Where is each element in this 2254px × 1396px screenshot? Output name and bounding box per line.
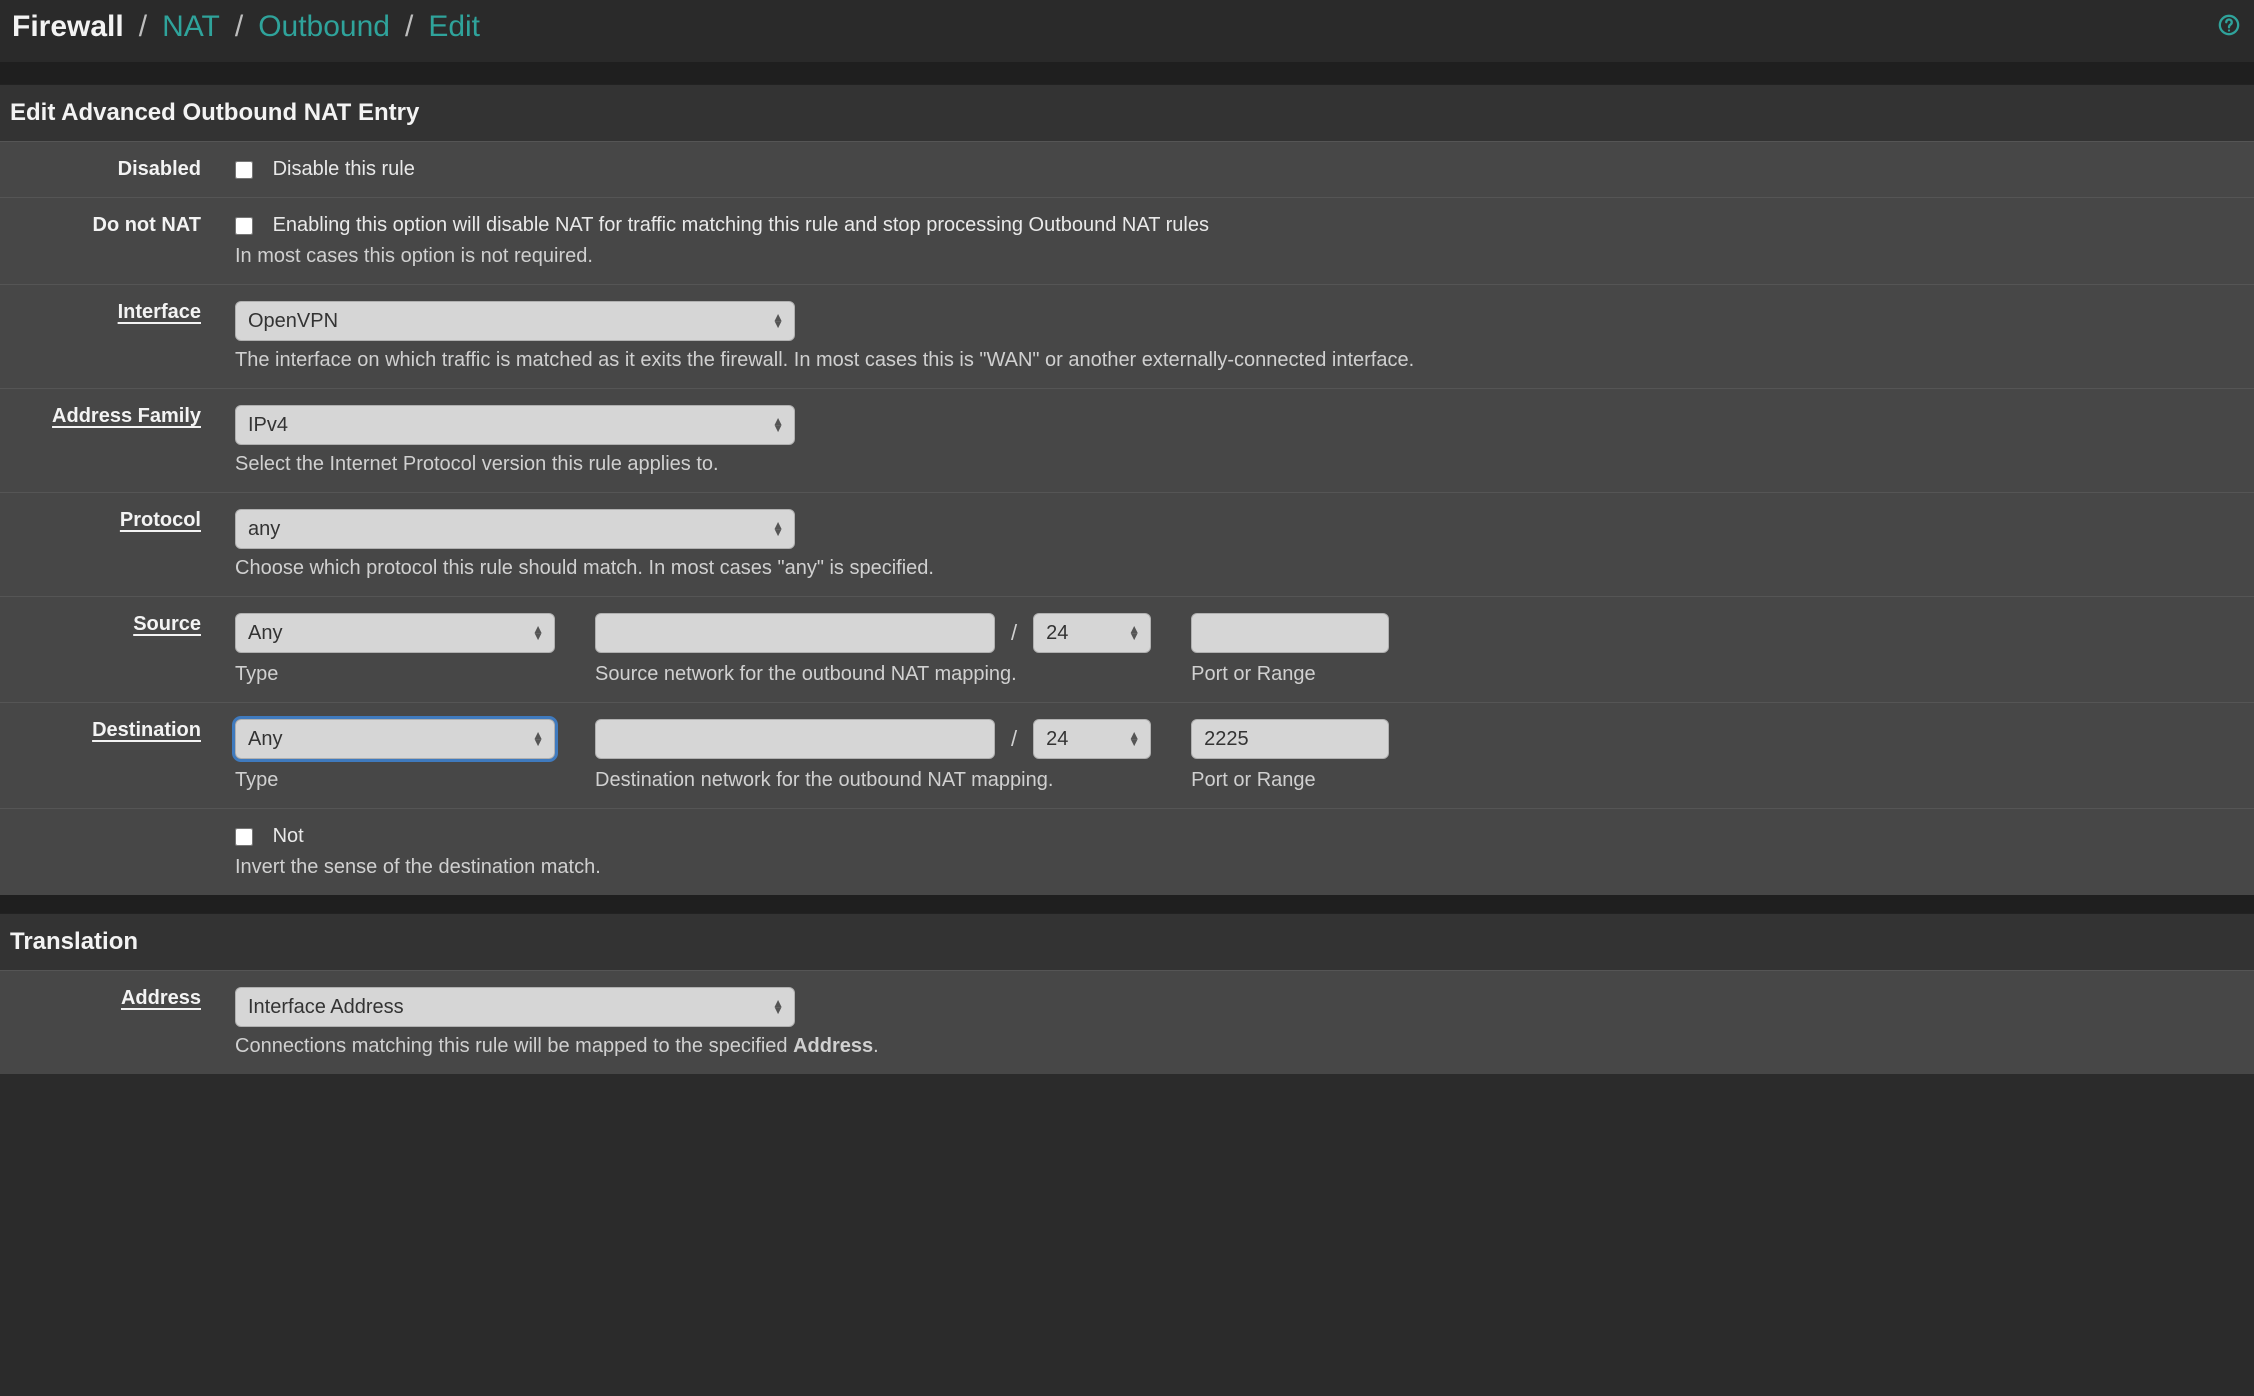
row-translation-address: Address Interface Address ▲▼ Connections… (0, 970, 2254, 1074)
source-type-select[interactable]: Any ▲▼ (235, 613, 555, 653)
panel-translation-header: Translation (0, 913, 2254, 970)
afamily-select[interactable]: IPv4 ▲▼ (235, 405, 795, 445)
chevron-updown-icon: ▲▼ (532, 732, 544, 746)
destination-port-input[interactable] (1191, 719, 1389, 759)
label-disabled: Disabled (0, 158, 235, 181)
row-afamily: Address Family IPv4 ▲▼ Select the Intern… (0, 388, 2254, 492)
not-checkbox-label: Not (273, 825, 304, 847)
breadcrumb-root: Firewall (12, 10, 124, 44)
not-checkbox-wrap[interactable]: Not (235, 825, 304, 847)
row-destination: Destination Any ▲▼ Type / 24 ▲▼ (0, 702, 2254, 808)
source-cidr-value: 24 (1046, 622, 1138, 645)
source-network-hint: Source network for the outbound NAT mapp… (595, 663, 1151, 686)
breadcrumb-sep: / (139, 10, 147, 44)
label-nonat: Do not NAT (0, 214, 235, 237)
row-nonat: Do not NAT Enabling this option will dis… (0, 197, 2254, 284)
breadcrumb-sep: / (235, 10, 243, 44)
destination-type-select[interactable]: Any ▲▼ (235, 719, 555, 759)
chevron-updown-icon: ▲▼ (772, 418, 784, 432)
cidr-slash: / (1007, 726, 1021, 752)
destination-cidr-value: 24 (1046, 728, 1138, 751)
destination-network-input[interactable] (595, 719, 995, 759)
translation-address-hint: Connections matching this rule will be m… (235, 1035, 2230, 1058)
not-checkbox[interactable] (235, 828, 253, 846)
cidr-slash: / (1007, 620, 1021, 646)
row-disabled: Disabled Disable this rule (0, 141, 2254, 197)
breadcrumb-bar: Firewall / NAT / Outbound / Edit (0, 0, 2254, 66)
row-source: Source Any ▲▼ Type / 24 ▲▼ Sourc (0, 596, 2254, 702)
breadcrumb-edit[interactable]: Edit (428, 10, 480, 44)
breadcrumb-sep: / (405, 10, 413, 44)
destination-type-hint: Type (235, 769, 555, 792)
destination-network-hint: Destination network for the outbound NAT… (595, 769, 1151, 792)
interface-select-value: OpenVPN (248, 310, 782, 333)
row-not: Not Invert the sense of the destination … (0, 808, 2254, 895)
nonat-hint: In most cases this option is not require… (235, 245, 2230, 268)
disabled-checkbox[interactable] (235, 161, 253, 179)
protocol-hint: Choose which protocol this rule should m… (235, 557, 2230, 580)
help-icon[interactable] (2218, 12, 2240, 43)
interface-hint: The interface on which traffic is matche… (235, 349, 2230, 372)
chevron-updown-icon: ▲▼ (1128, 732, 1140, 746)
label-afamily[interactable]: Address Family (0, 405, 235, 428)
breadcrumb-outbound[interactable]: Outbound (258, 10, 390, 44)
destination-port-hint: Port or Range (1191, 769, 1389, 792)
label-translation-address[interactable]: Address (0, 987, 235, 1010)
breadcrumb: Firewall / NAT / Outbound / Edit (12, 10, 480, 44)
breadcrumb-nat[interactable]: NAT (162, 10, 220, 44)
chevron-updown-icon: ▲▼ (772, 314, 784, 328)
label-interface[interactable]: Interface (0, 301, 235, 324)
disabled-checkbox-label: Disable this rule (273, 158, 415, 180)
protocol-select-value: any (248, 518, 782, 541)
source-network-input[interactable] (595, 613, 995, 653)
chevron-updown-icon: ▲▼ (772, 1000, 784, 1014)
not-hint: Invert the sense of the destination matc… (235, 856, 2230, 879)
label-protocol[interactable]: Protocol (0, 509, 235, 532)
disabled-checkbox-wrap[interactable]: Disable this rule (235, 158, 415, 180)
panel-edit-header: Edit Advanced Outbound NAT Entry (0, 84, 2254, 141)
nonat-checkbox-wrap[interactable]: Enabling this option will disable NAT fo… (235, 214, 1209, 236)
row-protocol: Protocol any ▲▼ Choose which protocol th… (0, 492, 2254, 596)
source-type-hint: Type (235, 663, 555, 686)
source-port-input[interactable] (1191, 613, 1389, 653)
chevron-updown-icon: ▲▼ (1128, 626, 1140, 640)
afamily-select-value: IPv4 (248, 414, 782, 437)
chevron-updown-icon: ▲▼ (532, 626, 544, 640)
translation-address-select[interactable]: Interface Address ▲▼ (235, 987, 795, 1027)
row-interface: Interface OpenVPN ▲▼ The interface on wh… (0, 284, 2254, 388)
nonat-checkbox-label: Enabling this option will disable NAT fo… (273, 214, 1209, 236)
destination-type-value: Any (248, 728, 542, 751)
label-destination[interactable]: Destination (0, 719, 235, 742)
source-cidr-select[interactable]: 24 ▲▼ (1033, 613, 1151, 653)
protocol-select[interactable]: any ▲▼ (235, 509, 795, 549)
interface-select[interactable]: OpenVPN ▲▼ (235, 301, 795, 341)
chevron-updown-icon: ▲▼ (772, 522, 784, 536)
label-source[interactable]: Source (0, 613, 235, 636)
nonat-checkbox[interactable] (235, 217, 253, 235)
destination-cidr-select[interactable]: 24 ▲▼ (1033, 719, 1151, 759)
translation-address-value: Interface Address (248, 996, 782, 1019)
source-type-value: Any (248, 622, 542, 645)
source-port-hint: Port or Range (1191, 663, 1389, 686)
afamily-hint: Select the Internet Protocol version thi… (235, 453, 2230, 476)
